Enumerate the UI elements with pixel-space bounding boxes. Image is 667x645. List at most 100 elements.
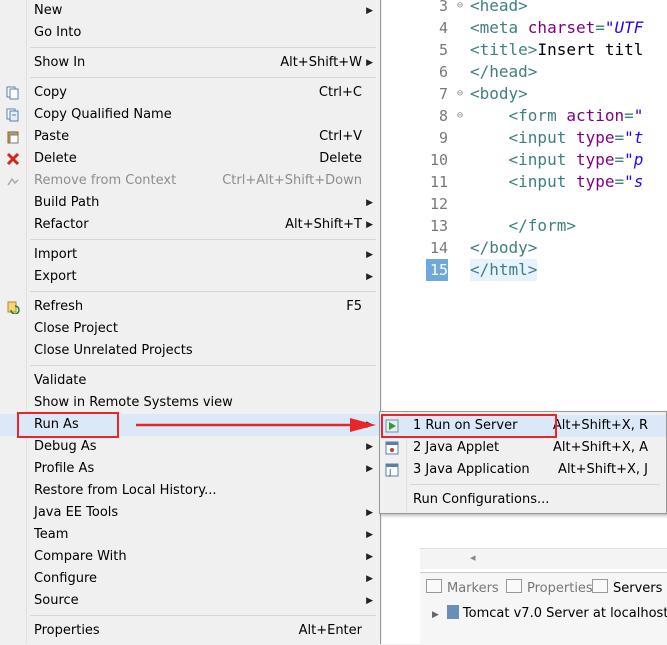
- server-list-item[interactable]: ▶Tomcat v7.0 Server at localhost [S: [432, 605, 667, 621]
- submenu-item-2-java-applet[interactable]: 2 Java Applet Alt+Shift+X, A: [380, 437, 666, 459]
- code-line[interactable]: 10 <input type="p: [382, 149, 667, 171]
- menu-item-compare-with[interactable]: Compare With ▶: [0, 546, 380, 568]
- line-number: 4: [438, 19, 448, 37]
- tab-servers[interactable]: Servers: [592, 579, 662, 599]
- code-line[interactable]: 4 <meta charset="UTF: [382, 17, 667, 39]
- java-applet-icon: [385, 441, 399, 455]
- tomcat-server-icon: [446, 605, 459, 619]
- copy-qualified-icon: [6, 108, 20, 122]
- menu-item-label: Team: [34, 527, 69, 542]
- menu-item-refresh[interactable]: Refresh F5: [0, 296, 380, 318]
- code-line[interactable]: 5 <title>Insert titl: [382, 39, 667, 61]
- menu-item-label: Build Path: [34, 195, 100, 210]
- line-number: 13: [429, 217, 448, 235]
- menu-item-shortcut: Ctrl+Alt+Shift+Down: [222, 173, 362, 188]
- menu-item-shortcut: Ctrl+V: [319, 129, 362, 144]
- menu-item-copy-qualified-name[interactable]: Copy Qualified Name: [0, 104, 380, 126]
- java-app-icon: J: [385, 463, 399, 477]
- submenu-arrow-icon: ▶: [366, 250, 373, 260]
- line-number: 12: [429, 195, 448, 213]
- menu-separator: [30, 365, 376, 366]
- menu-item-go-into[interactable]: Go Into: [0, 22, 380, 44]
- menu-item-label: Show In: [34, 55, 86, 70]
- scroll-left-icon[interactable]: ◂: [470, 551, 476, 564]
- tab-markers[interactable]: Markers: [426, 579, 499, 599]
- code-line[interactable]: 13 </form>: [382, 215, 667, 237]
- menu-item-label: Paste: [34, 129, 70, 144]
- menu-item-team[interactable]: Team ▶: [0, 524, 380, 546]
- delete-icon: [6, 152, 20, 166]
- menu-item-properties[interactable]: Properties Alt+Enter: [0, 620, 380, 642]
- menu-item-label: Profile As: [34, 461, 95, 476]
- menu-item-profile-as[interactable]: Profile As ▶: [0, 458, 380, 480]
- menu-item-label: Close Unrelated Projects: [34, 343, 193, 358]
- line-number: 11: [429, 173, 448, 191]
- code-text: <title>Insert titl: [470, 40, 644, 59]
- code-line[interactable]: 9 <input type="t: [382, 127, 667, 149]
- code-text: <meta charset="UTF: [470, 18, 644, 37]
- menu-item-new[interactable]: New ▶: [0, 0, 380, 22]
- fold-toggle-icon[interactable]: ⊖: [457, 105, 467, 127]
- svg-text:J: J: [388, 468, 391, 477]
- submenu-item-label: 2 Java Applet: [413, 440, 500, 455]
- menu-item-close-project[interactable]: Close Project: [0, 318, 380, 340]
- expand-arrow-icon[interactable]: ▶: [432, 610, 439, 620]
- menu-item-restore-from-local-history[interactable]: Restore from Local History...: [0, 480, 380, 502]
- menu-separator: [30, 615, 376, 616]
- submenu-item-3-java-application[interactable]: J 3 Java Application Alt+Shift+X, J: [380, 459, 666, 481]
- bottom-panel: Markers Properties Servers ▶ Tomcat v7.0 …: [420, 572, 667, 645]
- menu-item-label: Export: [34, 269, 77, 284]
- menu-item-paste[interactable]: Paste Ctrl+V: [0, 126, 380, 148]
- menu-item-show-in[interactable]: Show In Alt+Shift+W ▶: [0, 52, 380, 74]
- menu-item-label: Show in Remote Systems view: [34, 395, 233, 410]
- menu-item-java-ee-tools[interactable]: Java EE Tools ▶: [0, 502, 380, 524]
- submenu-arrow-icon: ▶: [366, 58, 373, 68]
- menu-item-label: Restore from Local History...: [34, 483, 217, 498]
- menu-item-close-unrelated-projects[interactable]: Close Unrelated Projects: [0, 340, 380, 362]
- submenu-arrow-icon: ▶: [366, 272, 373, 282]
- menu-item-import[interactable]: Import ▶: [0, 244, 380, 266]
- menu-item-label: Configure: [34, 571, 98, 586]
- line-number: 9: [438, 129, 448, 147]
- submenu-arrow-icon: ▶: [366, 508, 373, 518]
- menu-item-label: Go Into: [34, 25, 82, 40]
- tab-properties[interactable]: Properties: [506, 579, 593, 599]
- line-number: 3: [438, 0, 448, 15]
- submenu-item-run-configurations[interactable]: Run Configurations...: [380, 489, 666, 511]
- code-line[interactable]: 7 ⊖ <body>: [382, 83, 667, 105]
- menu-item-shortcut: Delete: [319, 151, 362, 166]
- menu-separator: [30, 47, 376, 48]
- menu-item-validate[interactable]: Validate: [0, 370, 380, 392]
- menu-item-build-path[interactable]: Build Path ▶: [0, 192, 380, 214]
- menu-item-configure[interactable]: Configure ▶: [0, 568, 380, 590]
- menu-item-label: Import: [34, 247, 78, 262]
- code-line[interactable]: 8 ⊖ <form action=": [382, 105, 667, 127]
- menu-item-export[interactable]: Export ▶: [0, 266, 380, 288]
- menu-item-shortcut: Alt+Shift+T: [285, 217, 362, 232]
- submenu-arrow-icon: ▶: [366, 220, 373, 230]
- code-line[interactable]: 12: [382, 193, 667, 215]
- menu-item-refactor[interactable]: Refactor Alt+Shift+T ▶: [0, 214, 380, 236]
- menu-item-label: Compare With: [34, 549, 127, 564]
- code-line[interactable]: 6 </head>: [382, 61, 667, 83]
- horizontal-scrollbar[interactable]: ◂: [420, 548, 667, 569]
- menu-item-show-in-remote-systems-view[interactable]: Show in Remote Systems view: [0, 392, 380, 414]
- menu-item-shortcut: Alt+Shift+W: [280, 55, 362, 70]
- run-as-highlight-box: [17, 412, 119, 438]
- menu-item-debug-as[interactable]: Debug As ▶: [0, 436, 380, 458]
- fold-toggle-icon[interactable]: ⊖: [457, 0, 467, 17]
- code-line[interactable]: 11 <input type="s: [382, 171, 667, 193]
- code-line[interactable]: 14 </body>: [382, 237, 667, 259]
- line-number: 14: [429, 239, 448, 257]
- submenu-separator: [410, 484, 660, 485]
- menu-item-source[interactable]: Source ▶: [0, 590, 380, 612]
- submenu-item-shortcut: Alt+Shift+X, J: [558, 462, 648, 477]
- fold-toggle-icon[interactable]: ⊖: [457, 83, 467, 105]
- code-line[interactable]: 15 </html>: [382, 259, 667, 281]
- code-line[interactable]: 3 ⊖ <head>: [382, 0, 667, 17]
- code-text: <input type="p: [508, 150, 644, 169]
- submenu-arrow-icon: ▶: [366, 596, 373, 606]
- menu-item-delete[interactable]: Delete Delete: [0, 148, 380, 170]
- menu-item-copy[interactable]: Copy Ctrl+C: [0, 82, 380, 104]
- menu-item-label: New: [34, 3, 63, 18]
